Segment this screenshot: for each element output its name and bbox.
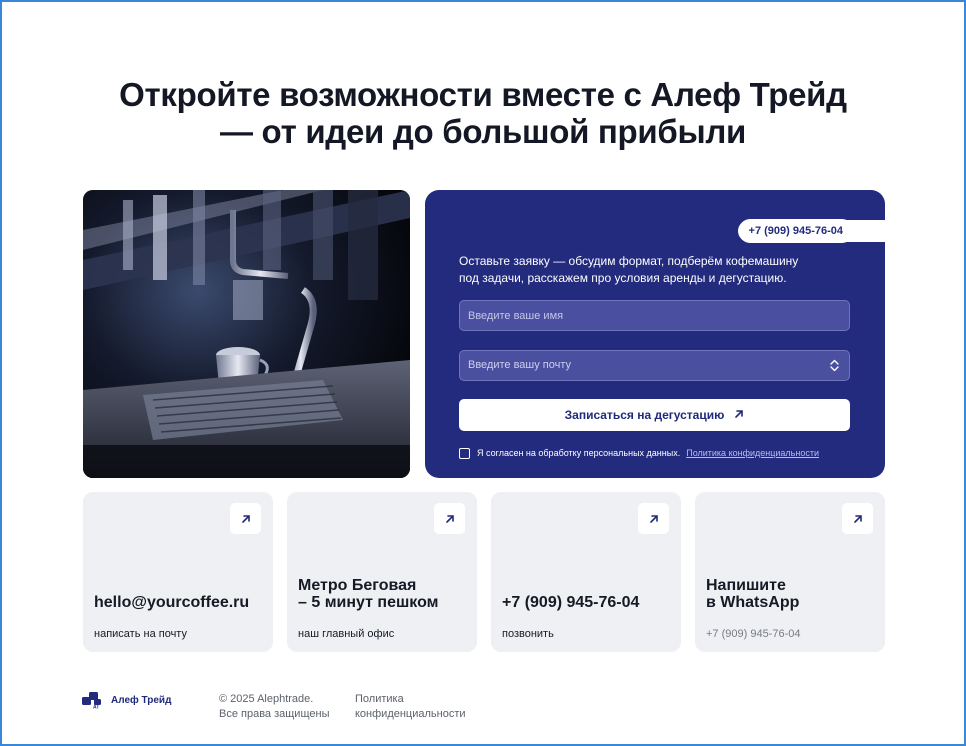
email-field-placeholder: Введите вашу почту [468,359,572,371]
hero-title-line2: — от идеи до большой прибыли [219,113,747,150]
consent-checkbox[interactable] [459,447,470,459]
form-intro-line2: под задачи, расскажем про условия аренды… [459,271,787,285]
consent-text: Я согласен на обработку персональных дан… [477,448,681,458]
hero-title-line1: Откройте возможности вместе с Алеф Трейд [119,76,847,113]
copyright-line1: © 2025 Alephtrade. [219,693,314,705]
arrow-up-right-icon[interactable] [638,503,669,534]
contact-card-email[interactable]: hello@yourcoffee.ru написать на почту [83,492,273,652]
email-field[interactable]: Введите вашу почту [459,350,850,381]
arrow-up-right-icon[interactable] [842,503,873,534]
arrow-up-right-icon[interactable] [434,503,465,534]
contact-title: hello@yourcoffee.ru [94,594,249,611]
alef-trade-logo: AT [82,692,101,710]
contact-subtitle: позвонить [502,628,554,640]
contact-title-line1: hello@yourcoffee.ru [94,594,250,611]
contact-title: +7 (909) 945-76-04 [502,594,639,611]
page: Откройте возможности вместе с Алеф Трейд… [2,2,964,744]
contact-title-line1: +7 (909) 945-76-04 [502,594,640,611]
contact-card-whatsapp[interactable]: Напишите в WhatsApp +7 (909) 945-76-04 [695,492,885,652]
contact-subtitle: наш главный офис [298,628,395,640]
select-updown-icon [830,359,839,372]
arrow-up-right-icon[interactable] [230,503,261,534]
brand-name: Алеф Трейд [111,694,172,706]
contact-card-phone[interactable]: +7 (909) 945-76-04 позвонить [491,492,681,652]
submit-label: Записаться на дегустацию [564,408,725,422]
contact-title-line2: – 5 минут пешком [298,594,439,611]
policy-line2: конфиденциальности [355,708,466,720]
footer-policy-link[interactable]: Политика конфиденциальности [355,692,466,722]
contact-title: Напишите в WhatsApp [706,577,799,611]
svg-text:AT: AT [93,705,99,710]
consent-row: Я согласен на обработку персональных дан… [459,446,859,460]
contact-card-office[interactable]: Метро Беговая – 5 минут пешком наш главн… [287,492,477,652]
form-intro: Оставьте заявку — обсудим формат, подбер… [459,253,839,287]
copyright-line2: Все права защищены [219,708,330,720]
footer-copyright: © 2025 Alephtrade. Все права защищены [219,692,329,722]
contact-subtitle: написать на почту [94,628,187,640]
arrow-up-right-icon [734,408,744,422]
signup-form-card: +7 (909) 945-76-04 Оставьте заявку — обс… [425,190,886,478]
submit-tasting-button[interactable]: Записаться на дегустацию [459,399,850,431]
coffee-machine-photo [83,190,410,478]
contact-title-line1: Метро Беговая [298,577,417,594]
policy-line1: Политика [355,693,404,705]
contact-subtitle: +7 (909) 945-76-04 [706,628,801,640]
privacy-policy-link[interactable]: Политика конфиденциальности [686,448,819,458]
contact-title: Метро Беговая – 5 минут пешком [298,577,439,611]
contact-title-line1: Напишите [706,577,786,594]
phone-badge[interactable]: +7 (909) 945-76-04 [738,219,853,243]
footer-logo[interactable]: AT Алеф Трейд [82,691,171,709]
hero-title: Откройте возможности вместе с Алеф Трейд… [2,76,964,150]
name-input[interactable] [459,300,850,331]
form-intro-line1: Оставьте заявку — обсудим формат, подбер… [459,254,799,268]
contact-title-line2: в WhatsApp [706,594,800,611]
